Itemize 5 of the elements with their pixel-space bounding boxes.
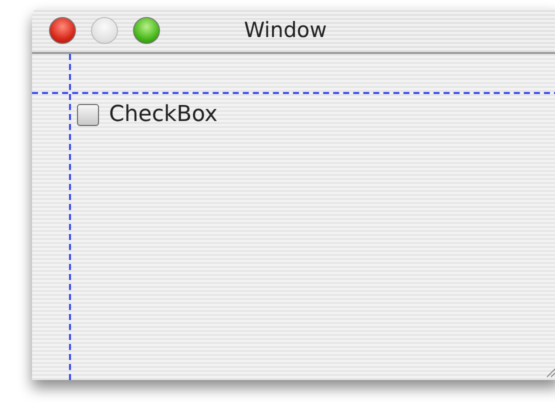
window-title: Window	[244, 18, 327, 42]
close-button[interactable]	[49, 16, 76, 44]
checkbox-label: CheckBox	[109, 102, 218, 127]
checkbox[interactable]	[77, 104, 99, 126]
zoom-button[interactable]	[133, 16, 160, 44]
